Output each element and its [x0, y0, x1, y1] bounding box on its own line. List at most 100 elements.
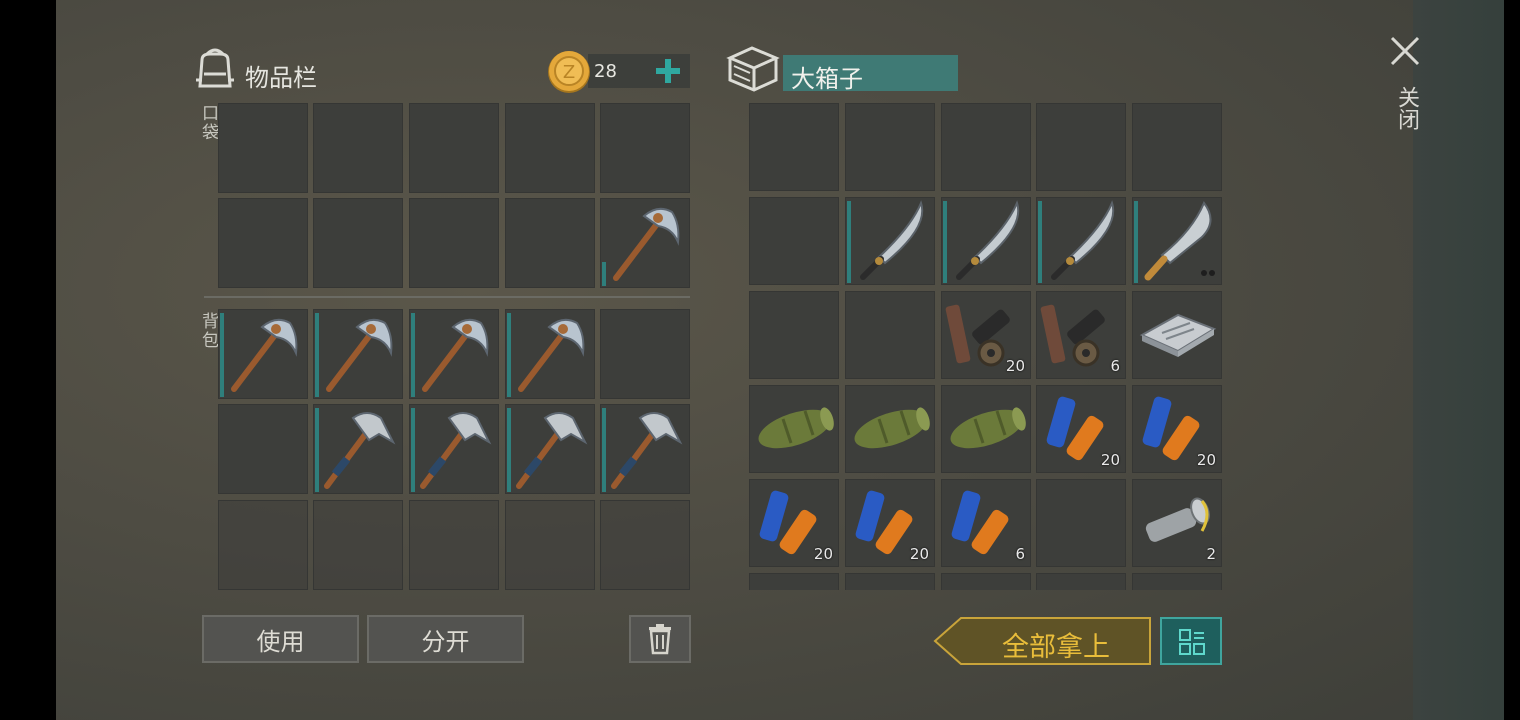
- pocket-slot[interactable]: [505, 103, 595, 193]
- container-slot-batteries[interactable]: 20: [845, 479, 935, 567]
- container-slot[interactable]: [749, 573, 839, 590]
- pocket-slot[interactable]: [505, 198, 595, 288]
- backpack-slot[interactable]: [313, 500, 403, 590]
- container-slot[interactable]: [749, 103, 839, 191]
- crate-icon: [726, 46, 780, 92]
- pocket-slot[interactable]: [313, 198, 403, 288]
- backpack-slot[interactable]: [218, 500, 308, 590]
- container-slot[interactable]: [749, 197, 839, 285]
- pocket-slot[interactable]: [313, 103, 403, 193]
- side-panel: [1413, 0, 1504, 720]
- item-quantity: 20: [813, 545, 833, 563]
- hammer-icon: [611, 412, 683, 489]
- backpack-slot-hammer[interactable]: [505, 404, 595, 494]
- container-slot-batteries[interactable]: 20: [1036, 385, 1126, 473]
- item-quantity: 20: [1005, 357, 1025, 375]
- use-button[interactable]: 使用: [202, 615, 359, 663]
- backpack-slot-hammer[interactable]: [313, 404, 403, 494]
- container-row-clip: [749, 573, 1223, 590]
- coin-icon: Z: [548, 51, 590, 93]
- container-slot[interactable]: [941, 573, 1031, 590]
- circuit-board-icon: [1139, 313, 1217, 357]
- backpack-slot[interactable]: [409, 500, 499, 590]
- backpack-slot[interactable]: [218, 404, 308, 494]
- trash-icon: [649, 624, 671, 655]
- pocket-slot[interactable]: [409, 103, 499, 193]
- item-quantity: 6: [1015, 545, 1025, 563]
- container-slot[interactable]: [845, 291, 935, 379]
- machete-icon: [956, 200, 1020, 280]
- trash-button[interactable]: [629, 615, 691, 663]
- container-slot-batteries[interactable]: 20: [1132, 385, 1222, 473]
- container-slot-flashlight[interactable]: 2: [1132, 479, 1222, 567]
- machete-icon: [1051, 200, 1115, 280]
- machete-icon: [1144, 201, 1215, 281]
- backpack-slot-pickaxe[interactable]: [313, 309, 403, 399]
- pickaxe-icon: [231, 318, 298, 392]
- item-quantity: 20: [1100, 451, 1120, 469]
- backpack-slot[interactable]: [505, 500, 595, 590]
- game-screen: 物品栏 Z 28 大箱子 关闭 口袋 背包 20 6 20 20 20 20 6…: [56, 0, 1504, 720]
- svg-text:Z: Z: [563, 62, 575, 83]
- container-slot-scope-parts[interactable]: 6: [1036, 291, 1126, 379]
- backpack-slot-hammer[interactable]: [600, 404, 690, 494]
- backpack-slot[interactable]: [600, 309, 690, 399]
- item-quantity: 20: [909, 545, 929, 563]
- container-slot-batteries[interactable]: 6: [941, 479, 1031, 567]
- sleeping-mat-icon: [758, 407, 834, 449]
- container-slot-sleeping-mat[interactable]: [941, 385, 1031, 473]
- container-slot[interactable]: [1036, 479, 1126, 567]
- plus-icon[interactable]: [654, 57, 682, 85]
- container-slot[interactable]: [749, 291, 839, 379]
- pickaxe-icon: [518, 318, 585, 392]
- take-all-button[interactable]: 全部拿上: [976, 625, 1136, 663]
- pickaxe-icon: [422, 318, 489, 392]
- container-slot-sleeping-mat[interactable]: [749, 385, 839, 473]
- container-slot-batteries[interactable]: 20: [749, 479, 839, 567]
- container-title: 大箱子: [791, 65, 863, 93]
- container-slot-circuit-board[interactable]: [1132, 291, 1222, 379]
- container-slot-sleeping-mat[interactable]: [845, 385, 935, 473]
- backpack-slot-pickaxe[interactable]: [505, 309, 595, 399]
- close-icon[interactable]: [1388, 34, 1422, 68]
- hammer-icon: [516, 412, 588, 489]
- item-quantity: 2: [1206, 545, 1216, 563]
- container-slot[interactable]: [1132, 103, 1222, 191]
- hammer-icon: [324, 412, 396, 489]
- backpack-slot[interactable]: [600, 500, 690, 590]
- letterbox-left: [0, 0, 56, 720]
- container-slot[interactable]: [845, 573, 935, 590]
- split-button[interactable]: 分开: [367, 615, 524, 663]
- pocket-slot[interactable]: [409, 198, 499, 288]
- item-quantity: 20: [1196, 451, 1216, 469]
- sleeping-mat-icon: [854, 407, 930, 449]
- section-divider: [204, 296, 690, 298]
- container-slot[interactable]: [1036, 573, 1126, 590]
- container-slot-machete[interactable]: [1036, 197, 1126, 285]
- layout-toggle-button[interactable]: [1160, 617, 1222, 665]
- container-slot-machete[interactable]: [941, 197, 1031, 285]
- layout-icon: [1179, 629, 1205, 655]
- container-slot[interactable]: [1036, 103, 1126, 191]
- inventory-title: 物品栏: [245, 64, 317, 92]
- coin-count: 28: [594, 61, 617, 82]
- pocket-slot[interactable]: [218, 103, 308, 193]
- hammer-icon: [420, 412, 492, 489]
- sleeping-mat-icon: [950, 407, 1026, 449]
- pocket-slot-pickaxe[interactable]: [600, 198, 690, 288]
- container-slot-machete[interactable]: [845, 197, 935, 285]
- backpack-slot-pickaxe[interactable]: [218, 309, 308, 399]
- container-title-bar[interactable]: 大箱子: [783, 55, 958, 93]
- pickaxe-icon: [613, 207, 680, 281]
- close-label[interactable]: 关闭: [1390, 86, 1422, 130]
- container-slot[interactable]: [845, 103, 935, 191]
- pocket-slot[interactable]: [218, 198, 308, 288]
- machete-icon: [860, 200, 924, 280]
- backpack-slot-pickaxe[interactable]: [409, 309, 499, 399]
- container-slot[interactable]: [1132, 573, 1222, 590]
- container-slot-machete[interactable]: [1132, 197, 1222, 285]
- container-slot-scope-parts[interactable]: 20: [941, 291, 1031, 379]
- container-slot[interactable]: [941, 103, 1031, 191]
- backpack-slot-hammer[interactable]: [409, 404, 499, 494]
- pocket-slot[interactable]: [600, 103, 690, 193]
